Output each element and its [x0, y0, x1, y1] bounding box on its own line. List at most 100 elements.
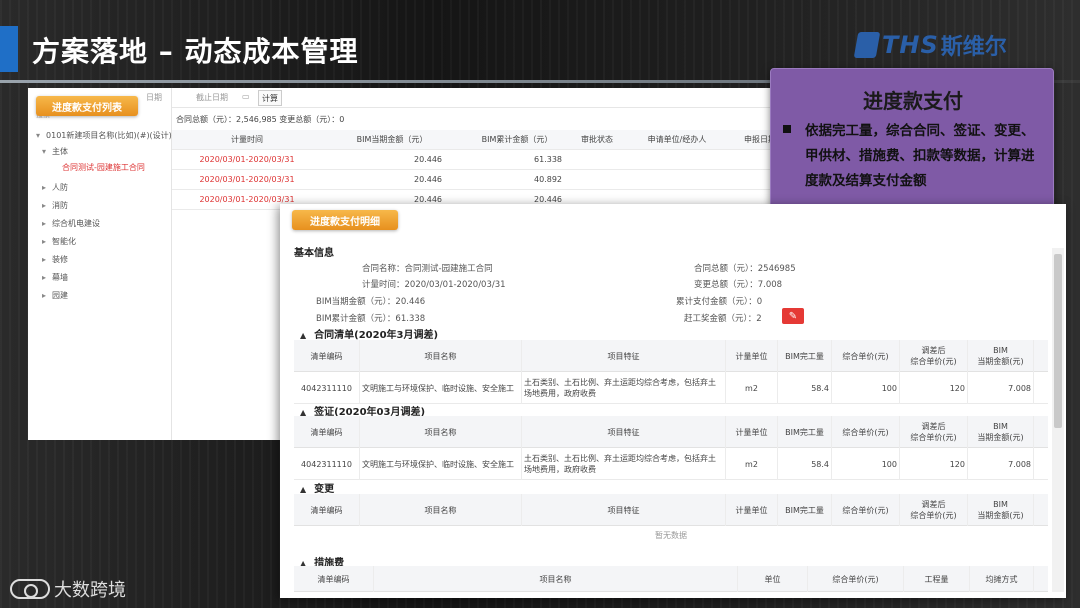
- tree-item-mep[interactable]: ▸ 综合机电建设: [42, 218, 100, 229]
- table-row[interactable]: 4042311110 文明施工与环境保护、临时设施、安全施工 土石类别、土石比例…: [294, 372, 1048, 404]
- column-header[interactable]: 均摊方式: [970, 566, 1034, 592]
- tree-item-main[interactable]: ▾ 主体: [42, 146, 68, 157]
- item-name-cell: 文明施工与环境保护、临时设施、安全施工: [360, 448, 522, 480]
- column-header[interactable]: BIM当期金额（元）: [322, 130, 462, 150]
- payment-list-table: 计量时间 BIM当期金额（元） BIM累计金额（元） 审批状态 申请单位/经办人…: [172, 130, 788, 210]
- logo-mark-icon: [853, 32, 881, 58]
- column-header[interactable]: BIM完工量: [778, 494, 832, 526]
- bullet-icon: [783, 125, 791, 133]
- payment-list-tag: 进度款支付列表: [36, 96, 138, 116]
- column-header[interactable]: BIM 当期金额(元): [968, 340, 1034, 372]
- column-header[interactable]: 计量单位: [726, 340, 778, 372]
- amount-cell: 20.446: [414, 155, 442, 164]
- column-header[interactable]: 项目名称: [360, 494, 522, 526]
- column-header[interactable]: BIM累计金额（元）: [462, 130, 572, 150]
- callout-title: 进度款支付: [863, 89, 963, 113]
- calculate-button[interactable]: 计算: [258, 90, 282, 106]
- column-header[interactable]: BIM完工量: [778, 340, 832, 372]
- column-header[interactable]: 项目特征: [522, 340, 726, 372]
- tree-item-civil-defense[interactable]: ▸ 人防: [42, 182, 68, 193]
- column-header[interactable]: 计量单位: [726, 416, 778, 448]
- edit-button[interactable]: ✎: [782, 308, 804, 324]
- current-amount-cell: 7.008: [968, 372, 1034, 404]
- list-toolbar: 日期 截止日期 ▭ 计算: [146, 88, 788, 108]
- company-logo: THS 斯维尔: [853, 30, 1007, 60]
- column-header[interactable]: 审批状态: [572, 130, 622, 150]
- tree-item-intelligent[interactable]: ▸ 智能化: [42, 236, 76, 247]
- start-date-input[interactable]: 日期: [146, 92, 162, 103]
- column-header[interactable]: 申请单位/经办人: [622, 130, 732, 150]
- end-date-input[interactable]: 截止日期: [196, 92, 228, 103]
- period-cell: 2020/03/01-2020/03/31: [199, 175, 295, 184]
- column-header[interactable]: 工程量: [904, 566, 970, 592]
- table-header: 清单编码 项目名称 单位 综合单价(元) 工程量 均摊方式: [294, 566, 1048, 592]
- scrollbar-thumb[interactable]: [1054, 254, 1062, 428]
- item-name-cell: 文明施工与环境保护、临时设施、安全施工: [360, 372, 522, 404]
- tree-item-fire[interactable]: ▸ 消防: [42, 200, 68, 211]
- adjusted-price-cell: 120: [900, 372, 968, 404]
- tree-item-decoration[interactable]: ▸ 装修: [42, 254, 68, 265]
- bill-table: 清单编码 项目名称 项目特征 计量单位 BIM完工量 综合单价(元) 调差后 综…: [294, 340, 1048, 404]
- column-header[interactable]: 综合单价(元): [808, 566, 904, 592]
- column-header[interactable]: BIM完工量: [778, 416, 832, 448]
- visa-table: 清单编码 项目名称 项目特征 计量单位 BIM完工量 综合单价(元) 调差后 综…: [294, 416, 1048, 480]
- feature-callout: 进度款支付 依据完工量，综合合同、签证、变更、甲供材、措施费、扣款等数据，计算进…: [770, 68, 1054, 208]
- section-bill[interactable]: ▲ 合同清单(2020年3月调差): [300, 326, 438, 341]
- table-header: 清单编码 项目名称 项目特征 计量单位 BIM完工量 综合单价(元) 调差后 综…: [294, 340, 1048, 372]
- table-row[interactable]: 4042311110 文明施工与环境保护、临时设施、安全施工 土石类别、土石比例…: [294, 448, 1048, 480]
- change-total: 变更总额（元）：7.008: [694, 280, 783, 290]
- column-header[interactable]: 计量时间: [172, 130, 322, 150]
- column-header[interactable]: BIM 当期金额(元): [968, 416, 1034, 448]
- measure-period: 计量时间：2020/03/01-2020/03/31: [362, 280, 506, 290]
- column-header[interactable]: 调差后 综合单价(元): [900, 494, 968, 526]
- payment-detail-tag: 进度款支付明细: [292, 210, 398, 230]
- column-header[interactable]: 项目名称: [360, 340, 522, 372]
- column-header[interactable]: BIM 当期金额(元): [968, 494, 1034, 526]
- column-header[interactable]: 项目名称: [374, 566, 738, 592]
- tree-item-landscape[interactable]: ▸ 园建: [42, 290, 68, 301]
- column-header[interactable]: 综合单价(元): [832, 340, 900, 372]
- column-header[interactable]: 调差后 综合单价(元): [900, 416, 968, 448]
- watermark-logo-icon: [10, 579, 50, 599]
- column-header[interactable]: 计量单位: [726, 494, 778, 526]
- column-header[interactable]: 清单编码: [294, 566, 374, 592]
- column-header[interactable]: 项目特征: [522, 494, 726, 526]
- column-header[interactable]: 综合单价(元): [832, 494, 900, 526]
- table-row[interactable]: 2020/03/01-2020/03/31 20.446 40.892: [172, 170, 788, 190]
- tree-item-contract[interactable]: 合同测试-园建施工合同: [62, 162, 145, 173]
- measure-table: 清单编码 项目名称 单位 综合单价(元) 工程量 均摊方式: [294, 566, 1048, 592]
- list-summary: 合同总额（元）：2,546,985 变更总额（元）：0: [176, 115, 345, 124]
- section-change[interactable]: ▲ 变更: [300, 480, 334, 495]
- table-header: 清单编码 项目名称 项目特征 计量单位 BIM完工量 综合单价(元) 调差后 综…: [294, 494, 1048, 526]
- amount-cell: 61.338: [534, 155, 562, 164]
- rush-bonus: 赶工奖金额（元）：2: [684, 314, 762, 324]
- column-header[interactable]: 清单编码: [294, 416, 360, 448]
- feature-cell: 土石类别、土石比例、弃土运距均综合考虑，包括弃土场地费用，政府收费: [522, 448, 726, 480]
- current-amount-cell: 7.008: [968, 448, 1034, 480]
- column-header[interactable]: 调差后 综合单价(元): [900, 340, 968, 372]
- collapse-icon: ▲: [300, 485, 307, 494]
- amount-cell: 20.446: [414, 175, 442, 184]
- change-table: 清单编码 项目名称 项目特征 计量单位 BIM完工量 综合单价(元) 调差后 综…: [294, 494, 1048, 526]
- basic-info-title: 基本信息: [294, 248, 334, 259]
- table-row[interactable]: 2020/03/01-2020/03/31 20.446 61.338: [172, 150, 788, 170]
- calendar-icon[interactable]: ▭: [242, 92, 250, 101]
- column-header[interactable]: 清单编码: [294, 340, 360, 372]
- quantity-cell: 58.4: [778, 448, 832, 480]
- watermark: 大数跨境: [10, 576, 126, 602]
- quantity-cell: 58.4: [778, 372, 832, 404]
- slide-title: 方案落地 – 动态成本管理: [32, 35, 359, 68]
- table-header: 计量时间 BIM当期金额（元） BIM累计金额（元） 审批状态 申请单位/经办人…: [172, 130, 788, 150]
- collapse-icon: ▲: [300, 331, 307, 340]
- column-header[interactable]: 综合单价(元): [832, 416, 900, 448]
- column-header[interactable]: 项目名称: [360, 416, 522, 448]
- paid-total: 累计支付金额（元）：0: [676, 297, 763, 307]
- feature-cell: 土石类别、土石比例、弃土运距均综合考虑，包括弃土场地费用，政府收费: [522, 372, 726, 404]
- bim-current-amount: BIM当期金额（元）：20.446: [316, 297, 426, 307]
- column-header[interactable]: 项目特征: [522, 416, 726, 448]
- adjusted-price-cell: 120: [900, 448, 968, 480]
- column-header[interactable]: 清单编码: [294, 494, 360, 526]
- tree-item-curtain-wall[interactable]: ▸ 幕墙: [42, 272, 68, 283]
- table-header: 清单编码 项目名称 项目特征 计量单位 BIM完工量 综合单价(元) 调差后 综…: [294, 416, 1048, 448]
- column-header[interactable]: 单位: [738, 566, 808, 592]
